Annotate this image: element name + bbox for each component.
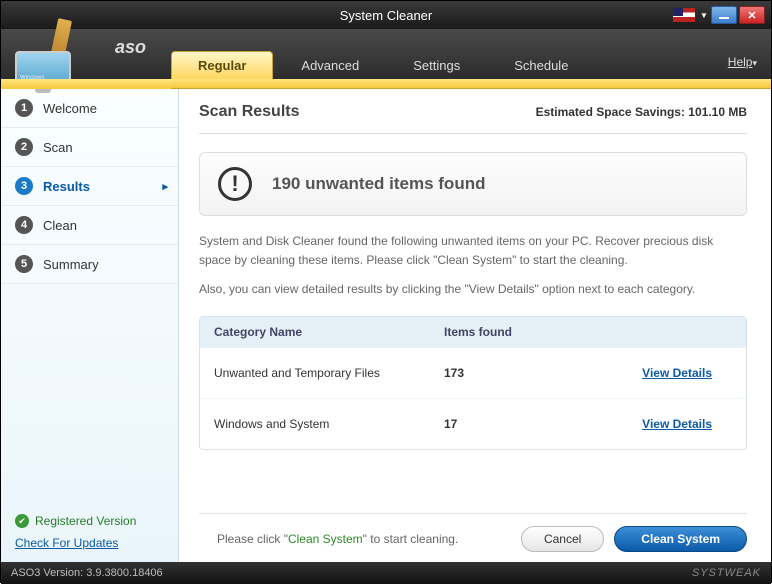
description-1: System and Disk Cleaner found the follow… [199,232,747,270]
items-cell: 17 [444,417,594,431]
help-menu[interactable]: Help [728,55,757,69]
items-cell: 173 [444,366,594,380]
sidebar-item-label: Scan [43,140,73,155]
table-header: Category Name Items found [200,317,746,347]
sidebar-item-label: Welcome [43,101,97,116]
tab-schedule[interactable]: Schedule [488,52,594,79]
tab-settings[interactable]: Settings [387,52,486,79]
gold-divider [1,79,771,89]
view-details-link[interactable]: View Details [642,366,712,380]
logo-area: aso [1,29,171,79]
table-row: Unwanted and Temporary Files 173 View De… [200,347,746,398]
close-button[interactable]: ✕ [739,6,765,24]
results-table: Category Name Items found Unwanted and T… [199,316,747,450]
language-dropdown[interactable]: ▼ [699,8,709,22]
alert-banner: ! 190 unwanted items found [199,152,747,216]
sidebar-item-label: Clean [43,218,77,233]
col-items: Items found [444,325,594,339]
minimize-button[interactable] [711,6,737,24]
brand-text: aso [115,37,146,58]
sidebar-item-results[interactable]: 3Results [1,167,178,206]
sidebar-item-clean[interactable]: 4Clean [1,206,178,245]
space-savings: Estimated Space Savings: 101.10 MB [536,105,747,119]
page-title: Scan Results [199,103,299,121]
check-updates-link[interactable]: Check For Updates [15,536,164,550]
view-details-link[interactable]: View Details [642,417,712,431]
tab-regular[interactable]: Regular [171,51,273,79]
registered-status: Registered Version [15,514,164,528]
exclamation-icon: ! [218,167,252,201]
window-title: System Cleaner [340,8,432,23]
footer-hint: Please click "Clean System" to start cle… [199,532,458,546]
sidebar: 1Welcome 2Scan 3Results 4Clean 5Summary … [1,89,179,562]
main-tabs: Regular Advanced Settings Schedule [171,29,596,79]
title-bar: System Cleaner ▼ ✕ [1,1,771,29]
main-panel: Scan Results Estimated Space Savings: 10… [179,89,771,562]
category-cell: Unwanted and Temporary Files [214,366,444,380]
status-bar: ASO3 Version: 3.9.3800.18406 SYSTWEAK [1,562,771,584]
sidebar-item-welcome[interactable]: 1Welcome [1,89,178,128]
table-row: Windows and System 17 View Details [200,398,746,449]
sidebar-item-label: Summary [43,257,99,272]
flag-us-icon[interactable] [673,8,695,22]
header-bar: aso Regular Advanced Settings Schedule H… [1,29,771,79]
category-cell: Windows and System [214,417,444,431]
col-category: Category Name [214,325,444,339]
cancel-button[interactable]: Cancel [521,526,604,552]
clean-system-button[interactable]: Clean System [614,526,747,552]
sidebar-item-label: Results [43,179,90,194]
tab-advanced[interactable]: Advanced [275,52,385,79]
description-2: Also, you can view detailed results by c… [199,280,747,299]
alert-message: 190 unwanted items found [272,174,485,194]
sidebar-item-summary[interactable]: 5Summary [1,245,178,284]
brand-mark: SYSTWEAK [692,567,761,579]
version-text: ASO3 Version: 3.9.3800.18406 [11,567,163,579]
sidebar-item-scan[interactable]: 2Scan [1,128,178,167]
